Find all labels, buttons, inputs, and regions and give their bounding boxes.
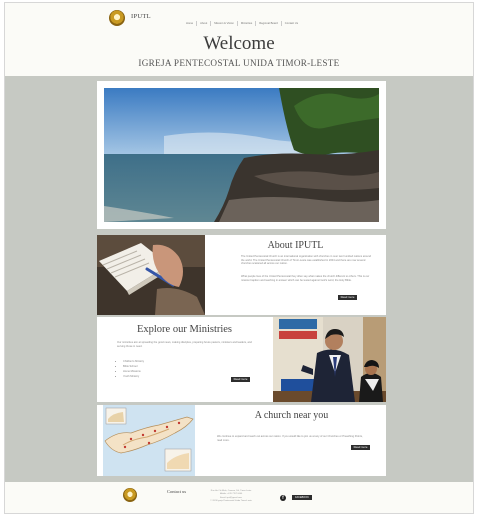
church-text: We continue to expand and reach out acro… (217, 435, 363, 442)
ministries-list: Children's Ministry Bible School Home Mi… (123, 359, 144, 379)
nav-ministries[interactable]: Ministries (238, 21, 257, 26)
about-section: About IPUTL The United Pentecostal Churc… (97, 235, 386, 315)
nav-home[interactable]: Home (183, 21, 198, 26)
about-read-more-button[interactable]: Read more (338, 295, 357, 300)
preacher-photo (273, 317, 386, 402)
facebook-button[interactable]: FACEBOOK (292, 495, 312, 500)
ministries-read-more-button[interactable]: Read more (231, 377, 250, 382)
nav-regional-board[interactable]: Regional Board (256, 21, 282, 26)
footer-contact-heading: Contact us (167, 489, 187, 494)
main-nav: Home About Mission & Vision Ministries R… (183, 21, 301, 26)
nav-contact-us[interactable]: Contact Us (282, 21, 301, 26)
footer-contact-info: Rua Ho Chi Minh, Comoro, Dili, Timor-Les… (201, 490, 261, 504)
ministry-item: Youth Ministry (123, 374, 144, 379)
ministries-section: Explore our Ministries Our ministries ai… (97, 317, 386, 402)
page-title: Welcome (203, 33, 275, 54)
facebook-icon[interactable]: f (280, 495, 286, 501)
nav-about[interactable]: About (197, 21, 212, 26)
coastline-photo (104, 88, 379, 222)
main-content: About IPUTL The United Pentecostal Churc… (5, 76, 473, 482)
ministries-title: Explore our Ministries (136, 324, 233, 335)
about-text-2: What people love of the United Pentecost… (241, 275, 370, 282)
footer-church-logo (123, 488, 137, 502)
church-read-more-button[interactable]: Read more (351, 445, 370, 450)
page-frame: IPUTL Home About Mission & Vision Minist… (4, 2, 474, 514)
site-footer: Contact us Rua Ho Chi Minh, Comoro, Dili… (5, 482, 473, 513)
church-near-you-section: A church near you We continue to expand … (97, 405, 386, 476)
about-text-1: The United Pentecostal Church is an inte… (241, 255, 371, 266)
church-title: A church near you (254, 410, 329, 421)
hero-card (97, 81, 386, 229)
timor-leste-map[interactable] (103, 405, 195, 476)
ministries-intro: Our ministries aim at spreading the good… (117, 341, 252, 348)
page-subtitle: IGREJA PENTECOSTAL UNIDA TIMOR-LESTE (138, 58, 340, 68)
bible-reading-photo (97, 235, 205, 315)
church-logo[interactable] (109, 10, 125, 26)
about-title: About IPUTL (267, 240, 324, 251)
site-header: IPUTL Home About Mission & Vision Minist… (5, 3, 473, 75)
footer-copyright: © 2024 Igreja Pentecostal Unida Timor-Le… (210, 500, 252, 503)
brand-name[interactable]: IPUTL (131, 13, 151, 20)
nav-mission-vision[interactable]: Mission & Vision (211, 21, 238, 26)
